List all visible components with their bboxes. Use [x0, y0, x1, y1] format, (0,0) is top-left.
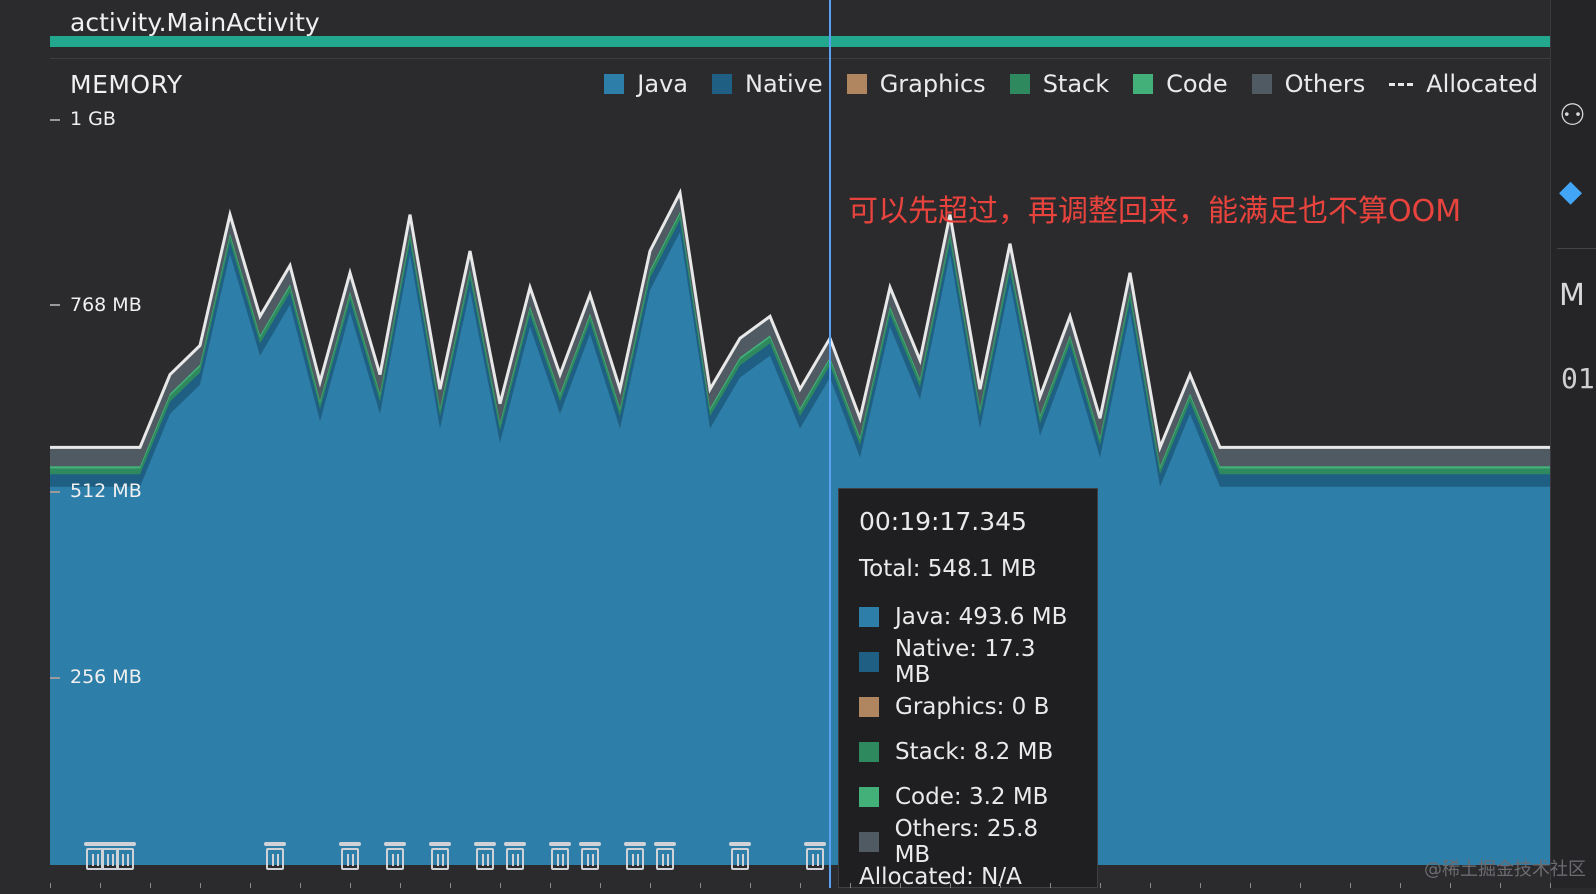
timeline-tick	[1500, 883, 1501, 888]
timeline-tick	[450, 883, 451, 888]
timeline-tick	[1200, 883, 1201, 888]
gc-trash-icon[interactable]	[472, 840, 498, 872]
gc-trash-icon[interactable]	[502, 840, 528, 872]
gc-trash-icon[interactable]	[652, 840, 678, 872]
timeline-tick	[1000, 883, 1001, 888]
timeline-tick	[1350, 883, 1351, 888]
timeline-tick	[350, 883, 351, 888]
y-tick-768	[50, 304, 60, 306]
gc-trash-icon[interactable]	[382, 840, 408, 872]
tooltip-time: 00:19:17.345	[859, 507, 1027, 536]
timeline-tick	[1150, 883, 1151, 888]
timeline-tick	[50, 883, 51, 888]
timeline-tick	[500, 883, 501, 888]
memory-m-icon[interactable]: M	[1559, 278, 1585, 313]
timeline-tick	[700, 883, 701, 888]
y-tick-label: 768 MB	[70, 294, 142, 316]
tooltip-row-label: Java: 493.6 MB	[895, 603, 1068, 630]
tooltip-row-graphics: Graphics: 0 B	[859, 684, 1077, 729]
timeline-tick	[1550, 883, 1551, 888]
timeline-tick	[250, 883, 251, 888]
gc-trash-icon[interactable]	[112, 840, 138, 872]
right-tool-panel: ⚇ ◆ M 01	[1550, 0, 1596, 888]
java-swatch	[859, 606, 879, 627]
annotation-text: 可以先超过，再调整回来，能满足也不算OOM	[848, 194, 1462, 229]
tooltip-row-label: Stack: 8.2 MB	[895, 738, 1054, 765]
y-tick-256	[50, 677, 60, 679]
profiler-icon[interactable]: ⚇	[1559, 98, 1586, 133]
timeline-ticks	[50, 883, 1551, 888]
gc-trash-icon[interactable]	[622, 840, 648, 872]
timeline-tick	[1400, 883, 1401, 888]
tooltip-row-label: Native: 17.3 MB	[894, 635, 1036, 688]
timeline-tick	[650, 883, 651, 888]
timeline-tick	[850, 883, 851, 888]
timeline-tick	[600, 883, 601, 888]
timeline-tick	[900, 883, 901, 888]
gc-trash-icon[interactable]	[337, 840, 363, 872]
panel-text: 01	[1561, 362, 1595, 395]
watermark: @稀土掘金技术社区	[1424, 859, 1586, 880]
gc-trash-icon[interactable]	[262, 840, 288, 872]
y-tick-512	[50, 491, 60, 493]
y-tick-label: 512 MB	[70, 480, 142, 502]
timeline-tick	[1300, 883, 1301, 888]
tooltip: 00:19:17.345 Total: 548.1 MB Java: 493.6…	[838, 488, 1098, 890]
gc-trash-icon[interactable]	[427, 840, 453, 872]
gc-trash-icon[interactable]	[547, 840, 573, 872]
timeline-tick	[300, 883, 301, 888]
timeline-tick	[950, 883, 951, 888]
timeline-tick	[1100, 883, 1101, 888]
code-swatch	[859, 786, 879, 807]
others-swatch	[859, 831, 879, 852]
native-swatch	[859, 651, 879, 672]
timeline-tick	[200, 883, 201, 888]
tooltip-total: Total: 548.1 MB	[859, 556, 1037, 582]
gc-trash-icon[interactable]	[802, 840, 828, 872]
y-tick-label: 256 MB	[70, 666, 142, 688]
gc-trash-icon[interactable]	[727, 840, 753, 872]
tooltip-allocated: Allocated: N/A	[859, 864, 1022, 890]
gc-trash-icon[interactable]	[577, 840, 603, 872]
timeline-tick	[550, 883, 551, 888]
stack-swatch	[859, 741, 879, 762]
timeline-tick	[750, 883, 751, 888]
tooltip-row-label: Others: 25.8 MB	[894, 815, 1039, 868]
tooltip-row-stack: Stack: 8.2 MB	[859, 729, 1077, 774]
tooltip-row-code: Code: 3.2 MB	[859, 774, 1077, 819]
timeline-tick	[150, 883, 151, 888]
flutter-icon[interactable]: ◆	[1559, 174, 1582, 209]
panel-divider	[1557, 248, 1596, 249]
memory-chart[interactable]	[0, 0, 1550, 888]
timeline-tick	[1450, 883, 1451, 888]
timeline-tick	[1050, 883, 1051, 888]
timeline-tick	[800, 883, 801, 888]
tooltip-row-label: Graphics: 0 B	[895, 693, 1050, 720]
tooltip-row-others: Others: 25.8 MB	[859, 816, 1077, 868]
timeline-tick	[1250, 883, 1251, 888]
tooltip-row-java: Java: 493.6 MB	[859, 594, 1077, 639]
y-tick-1gb	[50, 119, 60, 121]
tooltip-row-label: Code: 3.2 MB	[895, 783, 1049, 810]
y-tick-label: 1 GB	[70, 108, 116, 130]
graphics-swatch	[859, 696, 879, 717]
tooltip-row-native: Native: 17.3 MB	[859, 636, 1077, 688]
timeline-tick	[100, 883, 101, 888]
timeline-tick	[400, 883, 401, 888]
